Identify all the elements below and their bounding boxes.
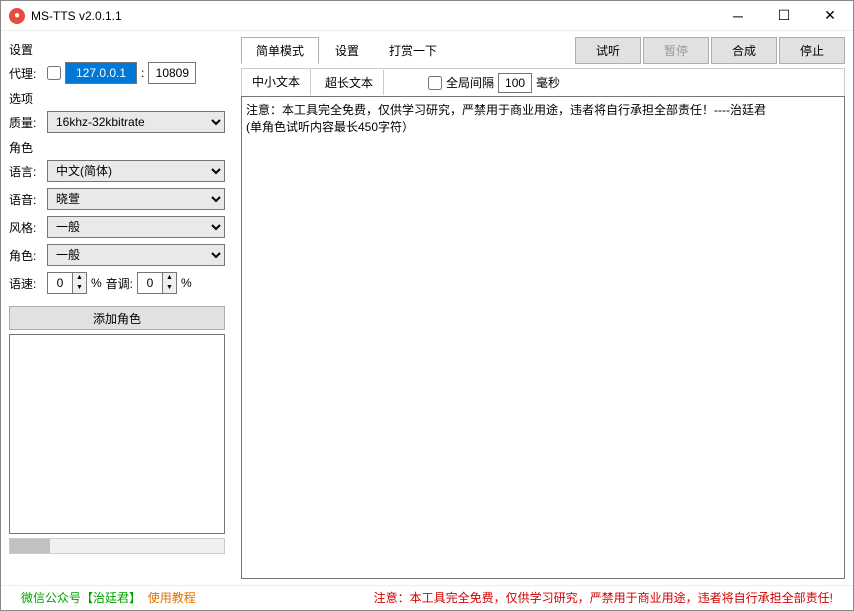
tab-tip[interactable]: 打赏一下 xyxy=(375,38,451,63)
footer: 微信公众号 【治廷君】 使用教程 注意：本工具完全免费，仅供学习研究，严禁用于商… xyxy=(1,585,853,609)
global-gap-input[interactable] xyxy=(498,73,532,93)
role-header: 角色 xyxy=(9,139,225,156)
tab-simple-mode[interactable]: 简单模式 xyxy=(241,37,319,64)
right-panel: 简单模式 设置 打赏一下 试听 暂停 合成 停止 中小文本 超长文本 全局间隔 … xyxy=(233,31,853,585)
speed-unit: % xyxy=(91,276,102,290)
voice-select[interactable]: 晓萱 xyxy=(47,188,225,210)
proxy-label: 代理: xyxy=(9,65,43,82)
pitch-unit: % xyxy=(181,276,192,290)
global-gap-checkbox[interactable] xyxy=(428,76,442,90)
left-panel: 设置 代理: : 选项 质量: 16khz-32kbitrate 角色 语言: … xyxy=(1,31,233,585)
voice-label: 语音: xyxy=(9,191,43,208)
settings-header: 设置 xyxy=(9,41,225,58)
role-list[interactable] xyxy=(9,334,225,534)
add-role-button[interactable]: 添加角色 xyxy=(9,306,225,330)
speed-spinner[interactable]: ▲▼ xyxy=(47,272,87,294)
footer-wechat: 微信公众号 xyxy=(21,589,81,606)
footer-tutorial[interactable]: 使用教程 xyxy=(148,589,196,606)
global-gap-unit: 毫秒 xyxy=(536,74,560,91)
window-title: MS-TTS v2.0.1.1 xyxy=(31,9,715,23)
proxy-ip-input[interactable] xyxy=(65,62,137,84)
options-header: 选项 xyxy=(9,90,225,107)
minimize-button[interactable]: ─ xyxy=(715,1,761,31)
preview-button[interactable]: 试听 xyxy=(575,37,641,64)
style-select[interactable]: 一般 xyxy=(47,216,225,238)
text-input-area[interactable] xyxy=(241,96,845,579)
role-select[interactable]: 一般 xyxy=(47,244,225,266)
pause-button[interactable]: 暂停 xyxy=(643,37,709,64)
proxy-port-input[interactable] xyxy=(148,62,196,84)
pitch-down[interactable]: ▼ xyxy=(163,283,176,293)
proxy-sep: : xyxy=(141,66,144,80)
pitch-label: 音调: xyxy=(106,275,133,292)
quality-label: 质量: xyxy=(9,114,43,131)
synth-button[interactable]: 合成 xyxy=(711,37,777,64)
speed-input[interactable] xyxy=(48,273,72,293)
quality-select[interactable]: 16khz-32kbitrate xyxy=(47,111,225,133)
role-label: 角色: xyxy=(9,247,43,264)
maximize-button[interactable]: ☐ xyxy=(761,1,807,31)
horizontal-scrollbar[interactable] xyxy=(9,538,225,554)
titlebar: ● MS-TTS v2.0.1.1 ─ ☐ ✕ xyxy=(1,1,853,31)
sub-tab-row: 中小文本 超长文本 全局间隔 毫秒 xyxy=(241,68,845,96)
footer-author[interactable]: 【治廷君】 xyxy=(81,589,141,606)
global-gap-label: 全局间隔 xyxy=(446,74,494,91)
tab-settings[interactable]: 设置 xyxy=(321,38,373,63)
sub-tab-small[interactable]: 中小文本 xyxy=(242,69,311,96)
footer-notice: 注意：本工具完全免费，仅供学习研究，严禁用于商业用途，违者将自行承担全部责任! xyxy=(374,589,833,606)
stop-button[interactable]: 停止 xyxy=(779,37,845,64)
sub-tab-long[interactable]: 超长文本 xyxy=(315,70,384,95)
speed-down[interactable]: ▼ xyxy=(73,283,86,293)
close-button[interactable]: ✕ xyxy=(807,1,853,31)
pitch-up[interactable]: ▲ xyxy=(163,273,176,283)
pitch-input[interactable] xyxy=(138,273,162,293)
speed-up[interactable]: ▲ xyxy=(73,273,86,283)
language-select[interactable]: 中文(简体) xyxy=(47,160,225,182)
proxy-checkbox[interactable] xyxy=(47,66,61,80)
pitch-spinner[interactable]: ▲▼ xyxy=(137,272,177,294)
speed-label: 语速: xyxy=(9,275,43,292)
top-tabs: 简单模式 设置 打赏一下 试听 暂停 合成 停止 xyxy=(241,37,845,64)
language-label: 语言: xyxy=(9,163,43,180)
app-icon: ● xyxy=(9,8,25,24)
style-label: 风格: xyxy=(9,219,43,236)
